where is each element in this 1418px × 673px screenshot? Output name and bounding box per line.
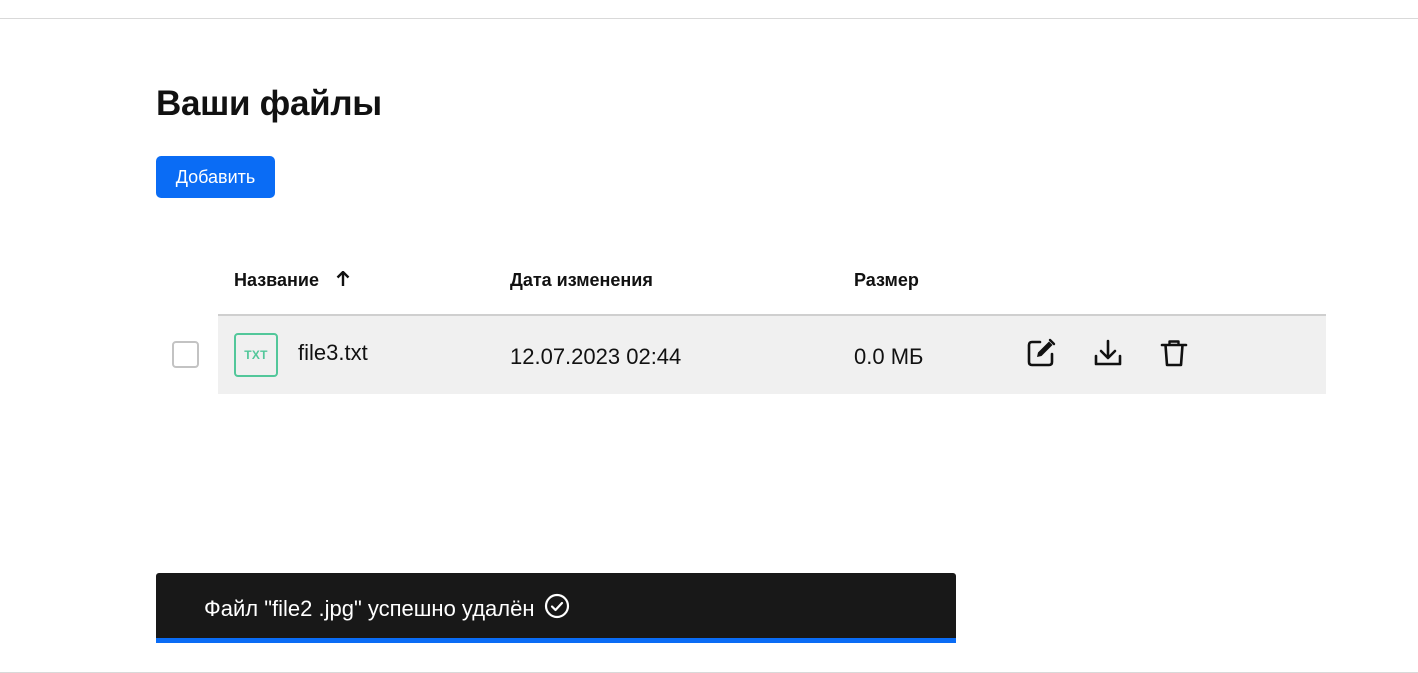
file-size: 0.0 МБ	[854, 344, 924, 369]
trash-icon[interactable]	[1156, 335, 1192, 371]
column-header-size[interactable]: Размер	[854, 270, 919, 291]
column-header-name-label: Название	[234, 270, 319, 290]
toast-message-text: Файл "file2 .jpg" успешно удалён	[204, 596, 535, 621]
column-header-name[interactable]: Название	[234, 270, 350, 292]
top-divider	[0, 18, 1418, 19]
txt-file-icon: TXT	[234, 333, 278, 377]
toast-notification: Файл "file2 .jpg" успешно удалён	[156, 573, 956, 643]
edit-icon[interactable]	[1023, 335, 1059, 371]
arrow-up-icon[interactable]	[336, 270, 350, 292]
check-circle-icon	[544, 593, 570, 625]
column-header-date[interactable]: Дата изменения	[510, 270, 653, 291]
table-header: Название Дата изменения Размер	[218, 262, 1326, 316]
toast-progress-bar	[156, 638, 956, 643]
table-row[interactable]: TXT file3.txt 12.07.2023 02:44 0.0 МБ	[218, 316, 1326, 394]
file-name: file3.txt	[298, 340, 368, 365]
page-title: Ваши файлы	[156, 84, 382, 123]
add-button[interactable]: Добавить	[156, 156, 275, 198]
download-icon[interactable]	[1090, 335, 1126, 371]
toast-message: Файл "file2 .jpg" успешно удалён	[204, 593, 570, 625]
file-modified-date: 12.07.2023 02:44	[510, 344, 682, 369]
row-checkbox[interactable]	[172, 341, 199, 368]
